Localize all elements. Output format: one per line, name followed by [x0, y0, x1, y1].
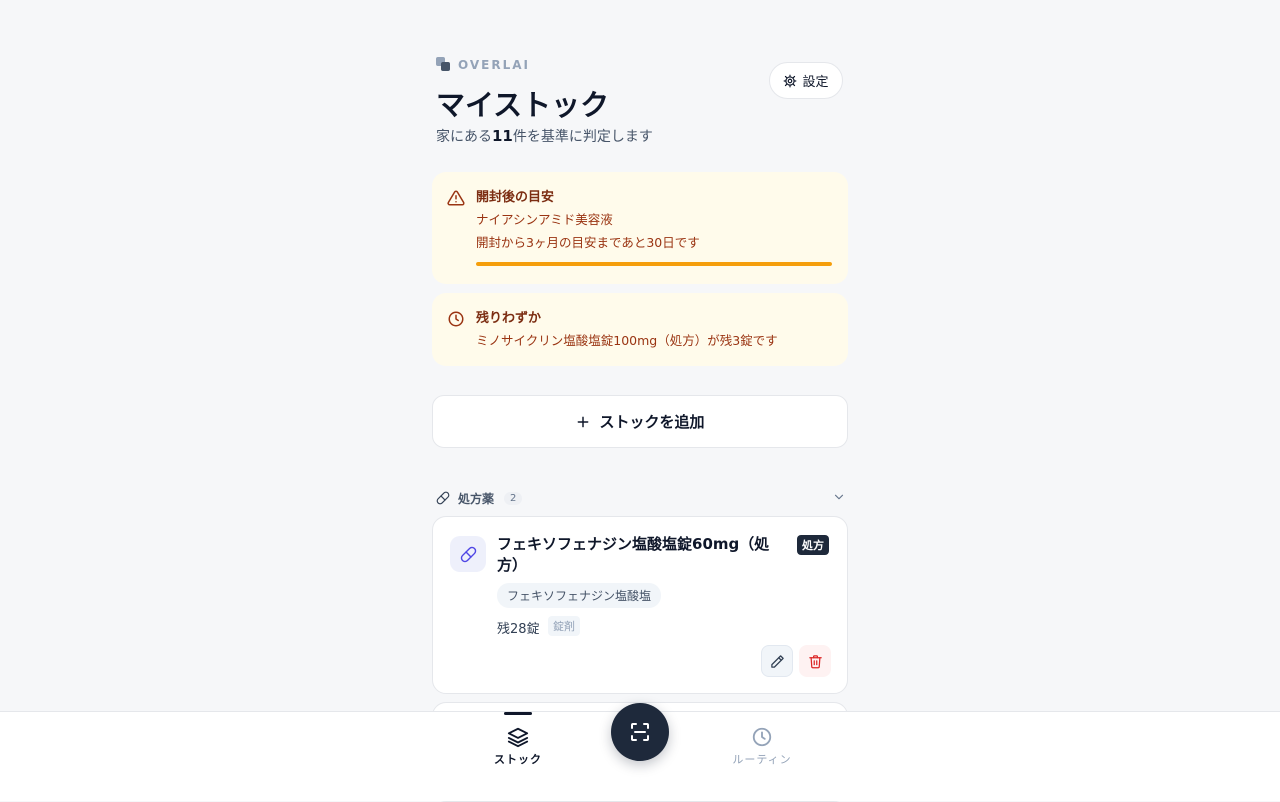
alert-item: ナイアシンアミド美容液: [476, 212, 613, 227]
page-subtitle: 家にある11件を基準に判定します: [436, 126, 653, 146]
gear-icon: [784, 74, 797, 87]
trash-icon: [808, 654, 822, 668]
opened-progress-bar: [476, 262, 832, 266]
delete-button[interactable]: [799, 645, 831, 677]
clock-icon: [448, 311, 464, 327]
prescription-badge: 処方: [797, 535, 829, 555]
scan-button[interactable]: [611, 703, 669, 761]
quantity-text: 残28錠: [497, 622, 540, 637]
logo-icon: [436, 57, 451, 72]
active-tab-indicator: [504, 712, 532, 715]
subtitle-prefix: 家にある: [436, 129, 492, 145]
edit-button[interactable]: [761, 645, 793, 677]
scan-icon: [631, 723, 649, 741]
card-pill-icon: [450, 536, 486, 572]
stock-count: 11: [492, 127, 513, 145]
add-stock-button[interactable]: ストックを追加: [432, 395, 848, 448]
brand: OVERLAI: [436, 57, 530, 72]
add-stock-label: ストックを追加: [599, 413, 705, 431]
settings-label: 設定: [802, 75, 829, 90]
section-label: 処方薬: [458, 491, 495, 506]
layers-icon: [507, 727, 529, 748]
section-header-prescription[interactable]: 処方薬 2: [436, 488, 848, 508]
card-title: フェキソフェナジン塩酸塩錠60mg（処方）: [497, 535, 770, 574]
tab-stock[interactable]: ストック: [478, 726, 558, 767]
alert-low-stock[interactable]: 残りわずか ミノサイクリン塩酸塩錠100mg（処方）が残3錠です: [432, 293, 848, 366]
stock-card[interactable]: フェキソフェナジン塩酸塩錠60mg（処方） 処方 フェキソフェナジン塩酸塩 残2…: [432, 516, 848, 694]
alert-opened-guide[interactable]: 開封後の目安 ナイアシンアミド美容液 開封から3ヶ月の目安まであと30日です: [432, 172, 848, 284]
alert-title: 残りわずか: [476, 311, 542, 326]
pencil-icon: [770, 654, 784, 668]
alert-detail: 開封から3ヶ月の目安まであと30日です: [476, 235, 700, 250]
form-tag: 錠剤: [548, 616, 580, 636]
pill-icon: [436, 491, 450, 505]
section-count: 2: [504, 491, 523, 505]
brand-name: OVERLAI: [458, 57, 531, 72]
page-title: マイストック: [436, 88, 610, 122]
opened-progress-fill: [476, 262, 832, 266]
pill-icon: [460, 546, 476, 562]
subtitle-suffix: 件を基準に判定します: [512, 129, 653, 145]
tab-stock-label: ストック: [494, 753, 542, 766]
tab-routine[interactable]: ルーティン: [722, 726, 802, 767]
chevron-down-icon[interactable]: [832, 490, 846, 504]
plus-icon: [578, 416, 589, 427]
ingredient-chip: フェキソフェナジン塩酸塩: [497, 583, 662, 608]
warning-triangle-icon: [447, 190, 465, 206]
tab-routine-label: ルーティン: [732, 753, 792, 766]
alert-title: 開封後の目安: [476, 190, 555, 205]
settings-button[interactable]: 設定: [769, 62, 843, 99]
alert-detail: ミノサイクリン塩酸塩錠100mg（処方）が残3錠です: [476, 333, 778, 348]
clock-icon: [752, 727, 772, 747]
